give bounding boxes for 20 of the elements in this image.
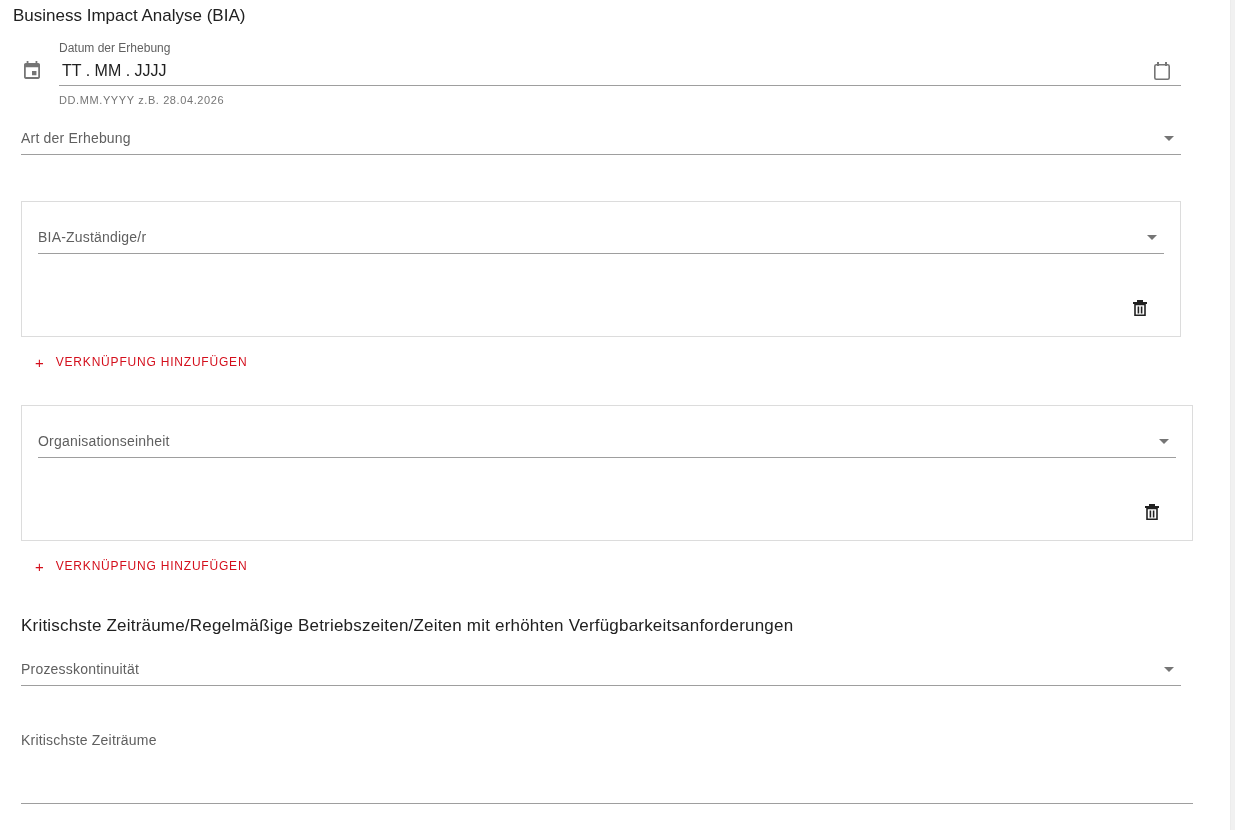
caret-icon <box>1164 135 1174 141</box>
select-field[interactable]: Organisationseinheit <box>38 425 1176 458</box>
trash-icon <box>1133 300 1147 316</box>
section-heading: Kritischste Zeiträume/Regelmäßige Betriebszeiten/Zeiten mit erhöhten Verfügbarkeitsanforderungen <box>21 615 794 637</box>
add-link-button[interactable]: + VERKNÜPFUNG HINZUFÜGEN <box>27 344 256 380</box>
select-field[interactable]: Prozesskontinuität <box>21 653 1181 686</box>
caret-icon <box>1164 666 1174 672</box>
page-title: Business Impact Analyse (BIA) <box>13 5 246 27</box>
date-input-field[interactable]: TT . MM . JJJJ <box>59 58 1146 84</box>
caret-icon <box>1147 234 1157 240</box>
helper-text: DD.MM.YYYY z.B. 28.04.2026 <box>59 93 225 107</box>
select-field[interactable]: BIA-Zuständige/r <box>38 221 1164 254</box>
caret-icon <box>1159 438 1169 444</box>
calendar-icon[interactable] <box>1154 62 1170 80</box>
text-area-field[interactable]: Kritischste Zeiträume <box>21 730 1193 804</box>
field-label: Datum der Erhebung <box>59 40 171 57</box>
trash-icon <box>1145 504 1159 520</box>
select-field[interactable]: Art der Erhebung <box>21 122 1181 155</box>
calendar-icon <box>24 61 40 79</box>
add-link-button[interactable]: + VERKNÜPFUNG HINZUFÜGEN <box>27 548 256 584</box>
